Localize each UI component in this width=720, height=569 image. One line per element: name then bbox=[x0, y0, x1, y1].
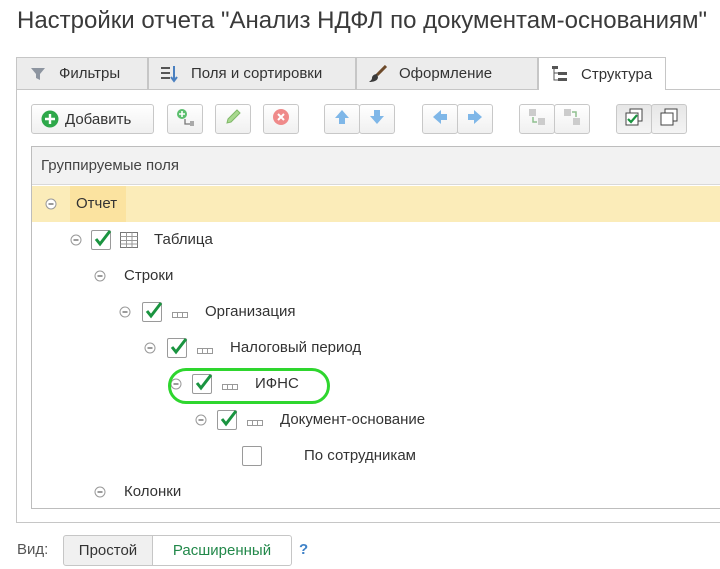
collapse-icon[interactable] bbox=[169, 377, 183, 391]
uncheck-all-icon bbox=[659, 107, 679, 132]
collapse-icon[interactable] bbox=[93, 485, 107, 499]
collapse-icon[interactable] bbox=[118, 305, 132, 319]
tree-row-label: Таблица bbox=[154, 231, 213, 248]
checkbox-checked[interactable] bbox=[142, 302, 163, 322]
view-label: Вид: bbox=[17, 541, 49, 558]
tab-filters[interactable]: Фильтры bbox=[16, 57, 148, 89]
tree-row-label: Отчет bbox=[76, 195, 118, 212]
tree-row-label: Налоговый период bbox=[230, 339, 362, 356]
tree-row-report[interactable]: Отчет bbox=[32, 186, 720, 222]
tree-row-label: Строки bbox=[124, 267, 174, 284]
move-up-button[interactable] bbox=[324, 104, 360, 134]
table-icon bbox=[120, 232, 138, 248]
add-nested-button[interactable] bbox=[167, 104, 203, 134]
uncheck-all-button[interactable] bbox=[651, 104, 687, 134]
checkbox-checked[interactable] bbox=[167, 338, 188, 358]
checkbox-unchecked[interactable] bbox=[242, 446, 262, 466]
tree-row-organization[interactable]: Организация bbox=[32, 294, 720, 330]
add-icon bbox=[41, 110, 59, 128]
mode-extended-button[interactable]: Расширенный bbox=[152, 535, 292, 566]
field-icon bbox=[247, 415, 263, 426]
move-left-button[interactable] bbox=[422, 104, 458, 134]
edit-button[interactable] bbox=[215, 104, 251, 134]
window-title: Настройки отчета "Анализ НДФЛ по докумен… bbox=[17, 7, 708, 34]
tree-row-label: По сотрудникам bbox=[304, 447, 416, 464]
move-right-icon bbox=[466, 108, 484, 131]
tree-row-by-employees[interactable]: По сотрудникам bbox=[32, 438, 720, 474]
tab-fields-sorting[interactable]: Поля и сортировки bbox=[148, 57, 356, 89]
brush-icon bbox=[367, 64, 389, 84]
fields-sort-icon bbox=[159, 64, 181, 84]
tree-row-label: Организация bbox=[205, 303, 296, 320]
move-left-icon bbox=[431, 108, 449, 131]
tree-row-label: Документ-основание bbox=[280, 411, 426, 428]
tree-row-table[interactable]: Таблица bbox=[32, 222, 720, 258]
checkbox-checked[interactable] bbox=[217, 410, 238, 430]
tree-row-base-document[interactable]: Документ-основание bbox=[32, 402, 720, 438]
tab-label: Структура bbox=[581, 65, 653, 83]
move-right-button[interactable] bbox=[457, 104, 493, 134]
move-down-icon bbox=[368, 108, 386, 131]
field-icon bbox=[222, 379, 238, 390]
add-button[interactable]: Добавить bbox=[31, 104, 154, 134]
collapse-icon[interactable] bbox=[194, 413, 208, 427]
add-nested-icon bbox=[175, 107, 195, 132]
tab-appearance[interactable]: Оформление bbox=[356, 57, 538, 89]
move-down-button[interactable] bbox=[359, 104, 395, 134]
tab-label: Фильтры bbox=[59, 65, 121, 82]
move-up-icon bbox=[333, 108, 351, 131]
check-all-icon bbox=[624, 107, 644, 132]
structure-tree: Группируемые поля Отчет Таблица Строки О… bbox=[31, 146, 720, 509]
add-label: Добавить bbox=[65, 110, 132, 128]
collapse-icon[interactable] bbox=[69, 233, 83, 247]
ungroup-button[interactable] bbox=[554, 104, 590, 134]
check-all-button[interactable] bbox=[616, 104, 652, 134]
structure-icon bbox=[549, 64, 571, 84]
collapse-icon[interactable] bbox=[93, 269, 107, 283]
edit-icon bbox=[224, 108, 242, 131]
ungroup-icon bbox=[562, 107, 582, 132]
collapse-icon[interactable] bbox=[44, 197, 58, 211]
tree-row-label: Колонки bbox=[124, 483, 182, 500]
checkbox-checked[interactable] bbox=[91, 230, 112, 250]
tab-structure[interactable]: Структура bbox=[538, 57, 666, 90]
help-link[interactable]: ? bbox=[299, 541, 308, 558]
tree-row-tax-period[interactable]: Налоговый период bbox=[32, 330, 720, 366]
tree-row-label: ИФНС bbox=[255, 375, 299, 392]
tree-row-rows[interactable]: Строки bbox=[32, 258, 720, 294]
delete-icon bbox=[272, 108, 290, 131]
funnel-icon bbox=[27, 64, 49, 84]
field-icon bbox=[172, 307, 188, 318]
collapse-icon[interactable] bbox=[143, 341, 157, 355]
delete-button[interactable] bbox=[263, 104, 299, 134]
tree-header: Группируемые поля bbox=[32, 147, 720, 185]
tree-row-ifns[interactable]: ИФНС bbox=[32, 366, 720, 402]
checkbox-checked[interactable] bbox=[192, 374, 213, 394]
group-icon bbox=[527, 107, 547, 132]
tab-label: Поля и сортировки bbox=[191, 65, 323, 82]
tab-label: Оформление bbox=[399, 65, 493, 82]
mode-simple-button[interactable]: Простой bbox=[63, 535, 153, 566]
group-button[interactable] bbox=[519, 104, 555, 134]
tree-row-columns[interactable]: Колонки bbox=[32, 474, 720, 508]
field-icon bbox=[197, 343, 213, 354]
